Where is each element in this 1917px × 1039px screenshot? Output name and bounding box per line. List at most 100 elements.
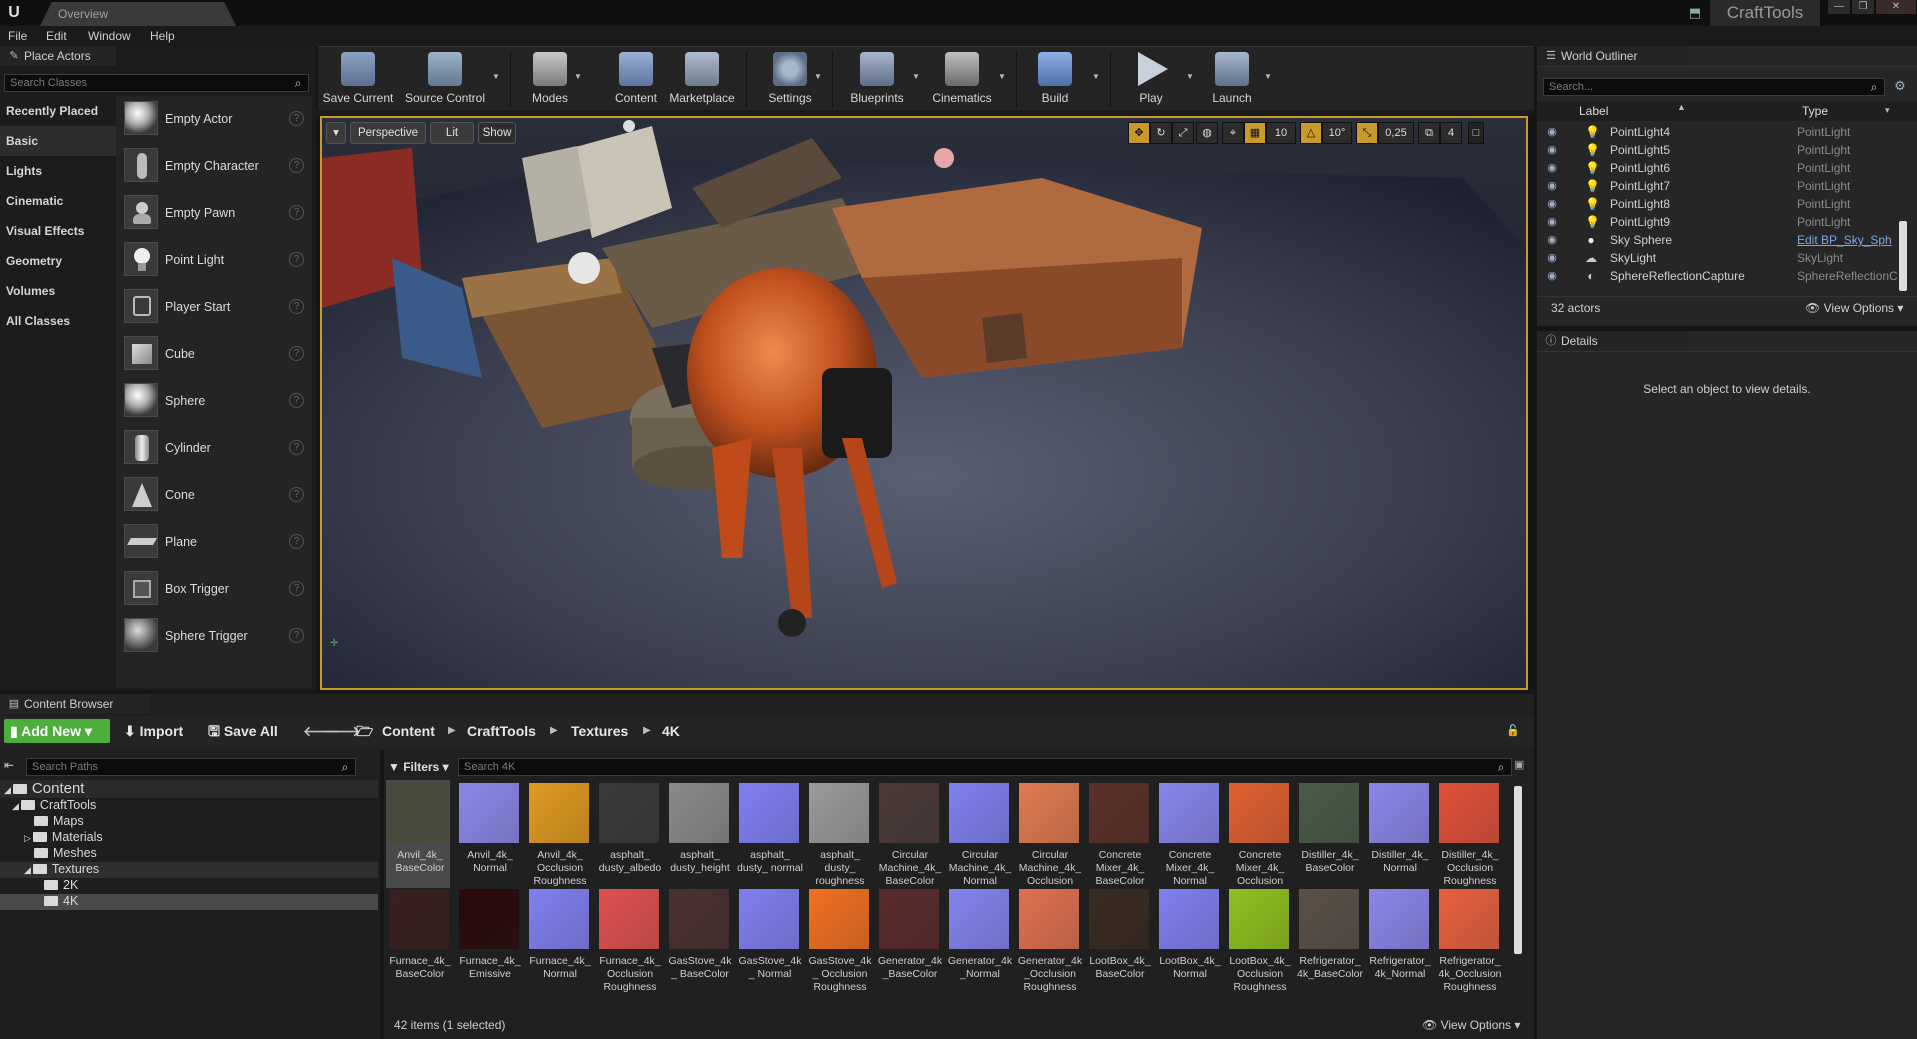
outliner-scrollbar[interactable] — [1899, 221, 1907, 291]
actor-sphere-trigger[interactable]: Sphere Trigger? — [116, 613, 312, 660]
marketplace-button[interactable]: Marketplace — [668, 47, 736, 111]
actor-empty-pawn[interactable]: Empty Pawn? — [116, 190, 312, 237]
grid-snap-value[interactable]: 10 — [1266, 122, 1296, 144]
asset-tile[interactable]: Furnace_4k_ Emissive — [456, 886, 521, 994]
asset-scrollbar[interactable] — [1514, 786, 1522, 954]
help-icon[interactable]: ? — [289, 628, 304, 643]
asset-tile[interactable]: Furnace_4k_ BaseColor — [386, 886, 451, 994]
tree-item-2k[interactable]: 2K — [0, 878, 378, 894]
asset-tile[interactable]: asphalt_ dusty_ normal — [736, 780, 803, 888]
chevron-down-icon[interactable]: ▼ — [1186, 73, 1194, 81]
asset-tile[interactable]: Anvil_4k_ Occlusion Roughness — [526, 780, 590, 888]
category-cinematic[interactable]: Cinematic — [0, 186, 116, 216]
asset-tile[interactable]: asphalt_ dusty_ roughness — [806, 780, 870, 888]
outliner-view-options[interactable]: 👁 View Options ▾ — [1805, 301, 1903, 315]
filters-button[interactable]: ▼ Filters ▾ — [388, 758, 452, 776]
visibility-eye-icon[interactable]: ◉ — [1545, 234, 1559, 246]
launch-button[interactable]: Launch — [1200, 47, 1264, 111]
help-icon[interactable]: ? — [289, 111, 304, 126]
level-viewport[interactable]: ▾ Perspective Lit Show ✥ ↻ ⤢ ◍ ⌖ ▦ 10 △ … — [320, 116, 1528, 690]
actor-cone[interactable]: Cone? — [116, 472, 312, 519]
asset-tile[interactable]: Distiller_4k_ BaseColor — [1296, 780, 1360, 888]
visibility-eye-icon[interactable]: ◉ — [1545, 180, 1559, 192]
column-label[interactable]: Label — [1579, 104, 1608, 118]
translate-icon[interactable]: ✥ — [1128, 122, 1150, 144]
tab-overview[interactable]: Overview — [40, 2, 236, 26]
forward-arrow-icon[interactable]: 🡒 — [323, 719, 361, 743]
add-new-button[interactable]: ▮ Add New ▾ — [4, 719, 110, 743]
cb-view-options[interactable]: 👁 View Options ▾ — [1422, 1018, 1520, 1032]
splitter[interactable] — [380, 750, 384, 1039]
tab-content-browser[interactable]: ▤ Content Browser — [0, 694, 150, 714]
category-visual-effects[interactable]: Visual Effects — [0, 216, 116, 246]
tree-item-4k[interactable]: 4K — [0, 894, 378, 910]
chevron-down-icon[interactable]: ▼ — [1092, 73, 1100, 81]
category-lights[interactable]: Lights — [0, 156, 116, 186]
tree-item-content[interactable]: ◢ Content — [0, 780, 378, 798]
world-space-icon[interactable]: ◍ — [1196, 122, 1218, 144]
asset-tile[interactable]: Circular Machine_4k_ Normal — [946, 780, 1011, 888]
actor-player-start[interactable]: Player Start? — [116, 284, 312, 331]
chevron-down-icon[interactable]: ▼ — [814, 73, 822, 81]
asset-tile[interactable]: Generator_4k _BaseColor — [876, 886, 942, 994]
actor-box-trigger[interactable]: Box Trigger? — [116, 566, 312, 613]
outliner-row[interactable]: ◉ 💡 PointLight8 PointLight — [1537, 195, 1917, 213]
tab-details[interactable]: ⓘ Details — [1537, 331, 1687, 351]
asset-tile[interactable]: Furnace_4k_ Occlusion Roughness — [596, 886, 661, 994]
outliner-row[interactable]: ◉ 💡 PointLight9 PointLight — [1537, 213, 1917, 231]
chevron-down-icon[interactable]: ▼ — [1264, 73, 1272, 81]
maximize-button[interactable]: ❐ — [1852, 0, 1874, 14]
category-geometry[interactable]: Geometry — [0, 246, 116, 276]
tree-item-crafttools[interactable]: ◢ CraftTools — [0, 798, 378, 814]
help-icon[interactable]: ? — [289, 487, 304, 502]
actor-point-light[interactable]: Point Light? — [116, 237, 312, 284]
category-volumes[interactable]: Volumes — [0, 276, 116, 306]
grid-snap-icon[interactable]: ▦ — [1244, 122, 1266, 144]
search-paths-input[interactable]: Search Paths ⌕ — [26, 758, 356, 776]
breadcrumb-arrow-icon[interactable]: ▶ — [550, 719, 558, 743]
category-recently-placed[interactable]: Recently Placed — [0, 96, 116, 126]
lock-icon[interactable]: 🔓 — [1506, 719, 1520, 743]
asset-tile[interactable]: Distiller_4k_ Normal — [1366, 780, 1430, 888]
asset-tile[interactable]: GasStove_4k_ Normal — [736, 886, 802, 994]
expand-arrow-icon[interactable]: ◢ — [12, 801, 19, 811]
import-button[interactable]: ⬇ Import — [124, 719, 183, 743]
asset-tile[interactable]: Generator_4k _Occlusion Roughness — [1016, 886, 1082, 994]
tab-world-outliner[interactable]: ☰ World Outliner — [1537, 46, 1687, 66]
tab-place-actors[interactable]: ✎ Place Actors — [0, 46, 116, 66]
scale-snap-icon[interactable]: ⤡ — [1356, 122, 1378, 144]
help-icon[interactable]: ? — [289, 440, 304, 455]
asset-tile[interactable]: Generator_4k _Normal — [946, 886, 1012, 994]
help-icon[interactable]: ? — [289, 534, 304, 549]
asset-tile[interactable]: Refrigerator_ 4k_Normal — [1366, 886, 1431, 994]
rotation-snap-value[interactable]: 10° — [1322, 122, 1352, 144]
tree-item-meshes[interactable]: Meshes — [0, 846, 378, 862]
asset-tile[interactable]: Refrigerator_ 4k_Occlusion Roughness — [1436, 886, 1502, 994]
asset-tile[interactable]: GasStove_4k_ BaseColor — [666, 886, 732, 994]
menu-edit[interactable]: Edit — [46, 26, 67, 46]
save-all-button[interactable]: 🖫 Save All — [208, 719, 278, 743]
chevron-down-icon[interactable]: ▼ — [574, 73, 582, 81]
scale-snap-value[interactable]: 0,25 — [1378, 122, 1414, 144]
outliner-row[interactable]: ◉ 💡 PointLight6 PointLight — [1537, 159, 1917, 177]
outliner-settings-icon[interactable]: ⚙ — [1891, 78, 1909, 96]
modes-button[interactable]: Modes — [518, 47, 582, 111]
play-button[interactable]: Play — [1118, 47, 1184, 111]
content-button[interactable]: Content — [608, 47, 664, 111]
surface-snap-icon[interactable]: ⌖ — [1222, 122, 1244, 144]
show-button[interactable]: Show — [478, 122, 516, 144]
asset-tile[interactable]: Circular Machine_4k_ BaseColor — [876, 780, 941, 888]
save-current-button[interactable]: Save Current — [322, 47, 394, 111]
breadcrumb-arrow-icon[interactable]: ▶ — [448, 719, 456, 743]
visibility-eye-icon[interactable]: ◉ — [1545, 270, 1559, 282]
asset-tile[interactable]: Concrete Mixer_4k_ BaseColor — [1086, 780, 1150, 888]
asset-tile[interactable]: Concrete Mixer_4k_ Occlusion — [1226, 780, 1290, 888]
outliner-search-input[interactable]: Search... ⌕ — [1543, 78, 1885, 96]
breadcrumb-crafttools[interactable]: CraftTools — [467, 719, 536, 743]
tree-item-maps[interactable]: Maps — [0, 814, 378, 830]
collapse-arrow-icon[interactable]: ▷ — [24, 833, 31, 843]
chevron-down-icon[interactable]: ▼ — [912, 73, 920, 81]
help-icon[interactable]: ? — [289, 158, 304, 173]
help-icon[interactable]: ? — [289, 346, 304, 361]
visibility-eye-icon[interactable]: ◉ — [1545, 144, 1559, 156]
